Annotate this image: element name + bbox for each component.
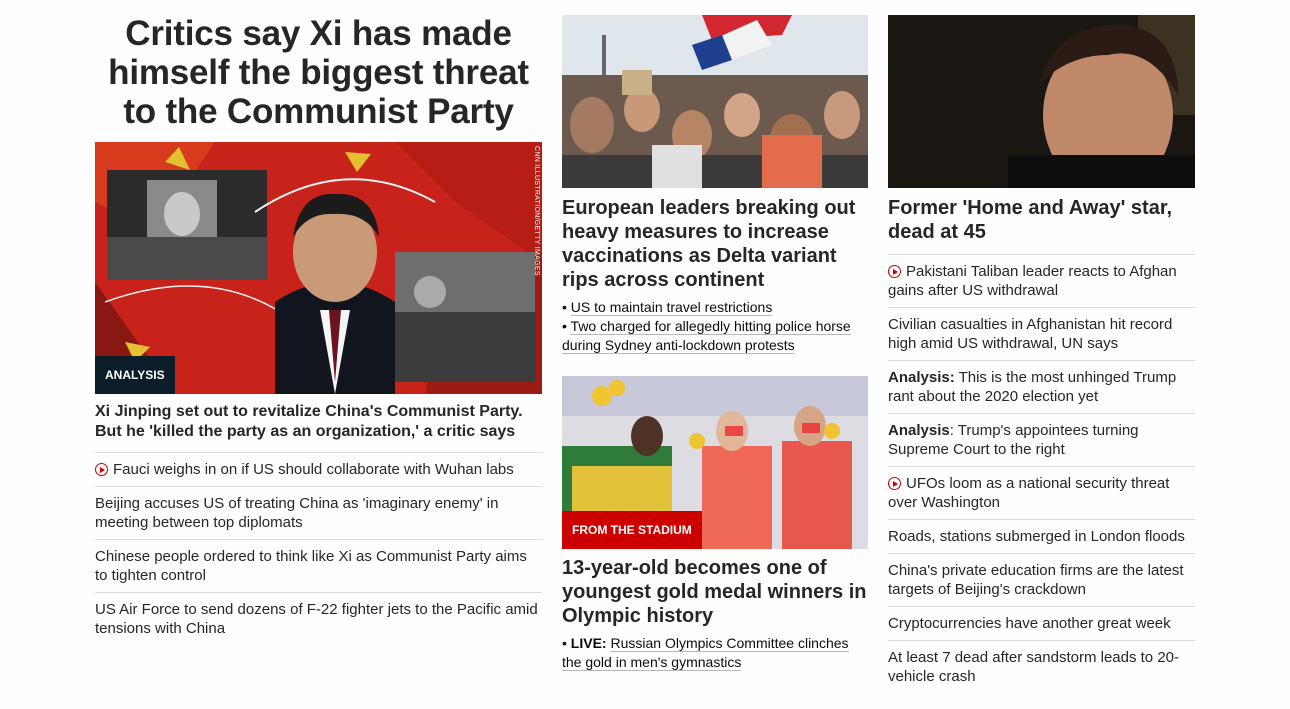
main-headline[interactable]: Critics say Xi has made himself the bigg… (95, 14, 542, 131)
list-item[interactable]: Chinese people ordered to think like Xi … (95, 539, 542, 592)
xi-jinping-image[interactable]: CNN ILLUSTRATION/GETTY IMAGES ANALYSIS (95, 142, 542, 394)
list-item[interactable]: China's private education firms are the … (888, 553, 1195, 606)
play-icon (888, 265, 901, 278)
olympics-story-title[interactable]: 13-year-old becomes one of youngest gold… (562, 556, 868, 628)
europe-related-links: • US to maintain travel restrictions • T… (562, 298, 868, 355)
play-icon (888, 477, 901, 490)
col3-link-list: Pakistani Taliban leader reacts to Afgha… (888, 254, 1195, 693)
actor-image[interactable] (888, 15, 1195, 188)
stadium-badge: FROM THE STADIUM (562, 511, 702, 549)
actor-photo (888, 15, 1195, 188)
list-item[interactable]: At least 7 dead after sandstorm leads to… (888, 640, 1195, 693)
list-item[interactable]: Beijing accuses US of treating China as … (95, 486, 542, 539)
list-item[interactable]: Civilian casualties in Afghanistan hit r… (888, 307, 1195, 360)
list-item[interactable]: Fauci weighs in on if US should collabor… (95, 452, 542, 486)
related-link[interactable]: • LIVE: Russian Olympics Committee clinc… (562, 634, 868, 672)
analysis-badge: ANALYSIS (95, 356, 175, 394)
play-icon (95, 463, 108, 476)
list-item[interactable]: Analysis: This is the most unhinged Trum… (888, 360, 1195, 413)
olympics-related-links: • LIVE: Russian Olympics Committee clinc… (562, 634, 868, 672)
europe-story-title[interactable]: European leaders breaking out heavy meas… (562, 196, 868, 292)
lead-story-title[interactable]: Xi Jinping set out to revitalize China's… (95, 402, 542, 442)
list-item[interactable]: Pakistani Taliban leader reacts to Afgha… (888, 254, 1195, 307)
left-column: Critics say Xi has made himself the bigg… (95, 0, 542, 645)
col1-link-list: Fauci weighs in on if US should collabor… (95, 452, 542, 645)
middle-column: European leaders breaking out heavy meas… (562, 0, 868, 672)
image-credit: CNN ILLUSTRATION/GETTY IMAGES (533, 146, 540, 276)
protest-photo (562, 15, 868, 188)
list-item[interactable]: US Air Force to send dozens of F-22 figh… (95, 592, 542, 645)
right-column: Former 'Home and Away' star, dead at 45 … (888, 0, 1195, 693)
list-item[interactable]: Cryptocurrencies have another great week (888, 606, 1195, 640)
actor-story-title[interactable]: Former 'Home and Away' star, dead at 45 (888, 196, 1195, 244)
protest-image[interactable] (562, 15, 868, 188)
olympics-image[interactable]: FROM THE STADIUM (562, 376, 868, 549)
related-link[interactable]: • Two charged for allegedly hitting poli… (562, 317, 868, 355)
list-item[interactable]: UFOs loom as a national security threat … (888, 466, 1195, 519)
list-item[interactable]: Analysis: Trump's appointees turning Sup… (888, 413, 1195, 466)
related-link[interactable]: • US to maintain travel restrictions (562, 298, 868, 317)
list-item[interactable]: Roads, stations submerged in London floo… (888, 519, 1195, 553)
